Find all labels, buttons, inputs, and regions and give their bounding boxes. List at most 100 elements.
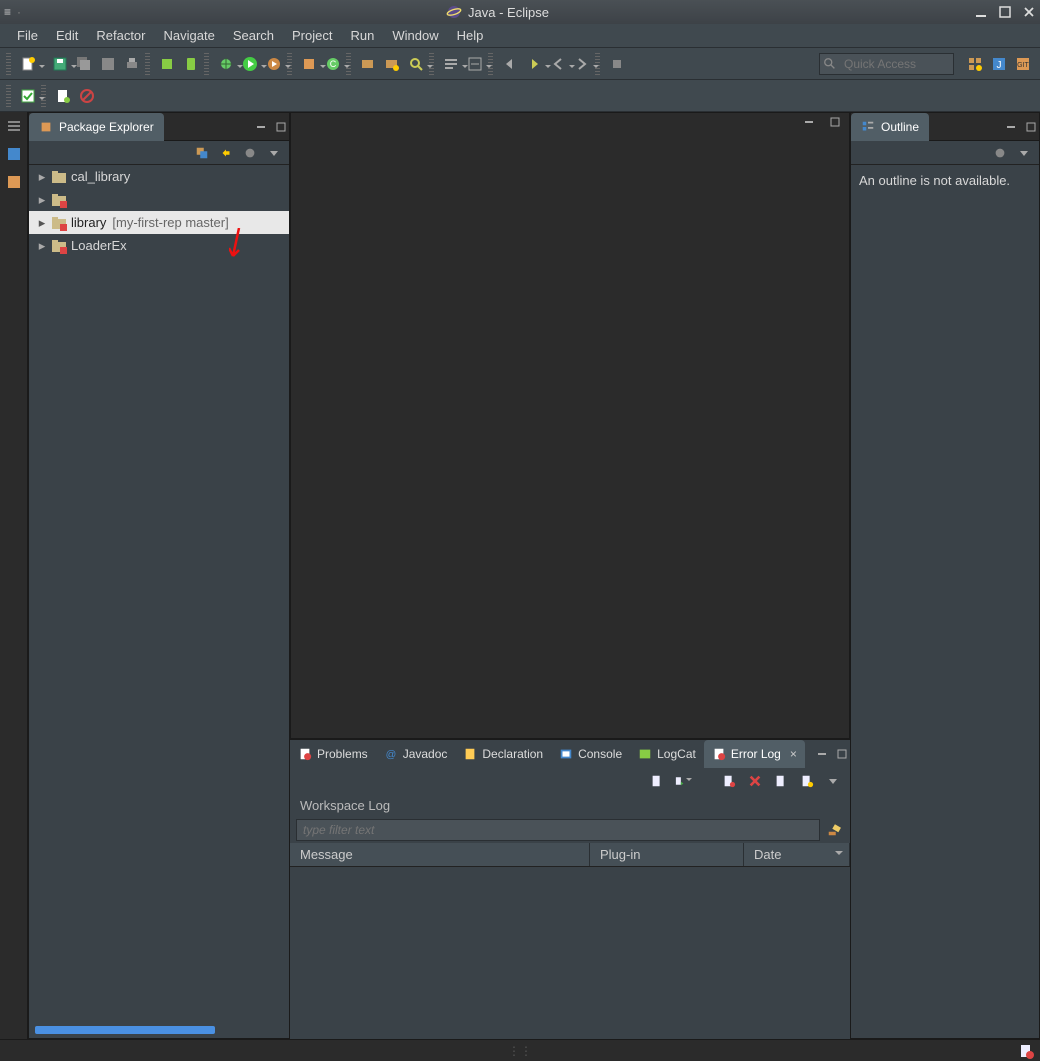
maximize-view-icon[interactable] — [273, 119, 289, 135]
back-icon[interactable] — [499, 53, 521, 75]
delete-log-icon[interactable] — [746, 772, 764, 790]
editor-body[interactable] — [291, 131, 849, 738]
forward-icon[interactable] — [523, 53, 545, 75]
focus-task-icon[interactable] — [241, 144, 259, 162]
package-explorer-tab[interactable]: Package Explorer — [29, 113, 164, 141]
open-perspective-icon[interactable] — [964, 53, 986, 75]
expand-icon[interactable]: ▸ — [37, 215, 47, 231]
android-sdk-icon[interactable] — [156, 53, 178, 75]
tab-logcat[interactable]: LogCat — [630, 740, 704, 768]
menu-help[interactable]: Help — [448, 25, 493, 46]
menu-run[interactable]: Run — [341, 25, 383, 46]
open-log-icon[interactable] — [772, 772, 790, 790]
toggle-mark-icon[interactable] — [464, 53, 486, 75]
clear-log-icon[interactable] — [720, 772, 738, 790]
expand-icon[interactable]: ▸ — [37, 192, 47, 208]
maximize-view-icon[interactable] — [1023, 119, 1039, 135]
open-type-icon[interactable] — [357, 53, 379, 75]
horizontal-scrollbar[interactable] — [35, 1026, 215, 1034]
lint-icon[interactable] — [76, 85, 98, 107]
filter-input[interactable] — [296, 819, 820, 841]
outline-tab[interactable]: Outline — [851, 113, 929, 141]
minimize-view-icon[interactable] — [814, 746, 830, 762]
open-task-icon[interactable] — [381, 53, 403, 75]
new-icon[interactable] — [17, 53, 39, 75]
git-perspective-icon[interactable]: GIT — [1012, 53, 1034, 75]
toolbar-handle[interactable] — [6, 53, 11, 75]
tree-row[interactable]: ▸ library [my-first-rep master] — [29, 211, 289, 234]
collapse-all-icon[interactable] — [193, 144, 211, 162]
new-package-icon[interactable] — [298, 53, 320, 75]
tab-declaration[interactable]: Declaration — [455, 740, 551, 768]
clear-filter-icon[interactable] — [824, 820, 844, 840]
project-tree[interactable]: ▸ cal_library ▸ ▸ library [my-first-rep … — [29, 165, 289, 1038]
col-plugin[interactable]: Plug-in — [590, 843, 744, 866]
avd-manager-icon[interactable] — [180, 53, 202, 75]
maximize-view-icon[interactable] — [827, 114, 843, 130]
expand-icon[interactable]: ▸ — [37, 238, 47, 254]
minimize-view-icon[interactable] — [1003, 119, 1019, 135]
tree-row[interactable]: ▸ LoaderEx — [29, 234, 289, 257]
tab-errorlog[interactable]: Error Log × — [704, 740, 805, 768]
menu-refactor[interactable]: Refactor — [87, 25, 154, 46]
expand-icon[interactable]: ▸ — [37, 169, 47, 185]
quick-access-input[interactable] — [819, 53, 954, 75]
close-tab-icon[interactable]: × — [790, 747, 797, 761]
new-android-icon[interactable] — [52, 85, 74, 107]
pin-editor-icon[interactable] — [606, 53, 628, 75]
saveas-icon[interactable] — [97, 53, 119, 75]
maximize-view-icon[interactable] — [834, 746, 850, 762]
run-last-icon[interactable] — [263, 53, 285, 75]
system-menu-icon[interactable]: ≡ — [4, 5, 11, 19]
menu-search[interactable]: Search — [224, 25, 283, 46]
toolbar-handle[interactable] — [6, 85, 11, 107]
search-icon[interactable] — [405, 53, 427, 75]
toggle-breadcrumb-icon[interactable] — [440, 53, 462, 75]
menu-navigate[interactable]: Navigate — [155, 25, 224, 46]
git-trim-icon[interactable] — [4, 172, 24, 192]
toolbar-handle[interactable] — [429, 53, 434, 75]
back-history-icon[interactable] — [547, 53, 569, 75]
view-menu-icon[interactable] — [824, 772, 842, 790]
col-message[interactable]: Message — [290, 843, 590, 866]
minimize-view-icon[interactable] — [801, 114, 817, 130]
toolbar-handle[interactable] — [287, 53, 292, 75]
link-editor-icon[interactable] — [217, 144, 235, 162]
menu-project[interactable]: Project — [283, 25, 341, 46]
toolbar-handle[interactable] — [595, 53, 600, 75]
sash-grip-icon[interactable]: ⋮⋮ — [508, 1044, 532, 1058]
menu-edit[interactable]: Edit — [47, 25, 87, 46]
view-menu-icon[interactable] — [1015, 144, 1033, 162]
save-all-icon[interactable] — [73, 53, 95, 75]
debug-icon[interactable] — [215, 53, 237, 75]
menu-file[interactable]: File — [8, 25, 47, 46]
tree-row[interactable]: ▸ — [29, 188, 289, 211]
tab-console[interactable]: Console — [551, 740, 630, 768]
maximize-button[interactable] — [998, 5, 1012, 19]
tab-javadoc[interactable]: @ Javadoc — [376, 740, 456, 768]
toolbar-handle[interactable] — [488, 53, 493, 75]
close-button[interactable] — [1022, 5, 1036, 19]
col-date[interactable]: Date — [744, 843, 850, 866]
focus-task-icon[interactable] — [991, 144, 1009, 162]
restore-log-icon[interactable] — [798, 772, 816, 790]
junit-icon[interactable] — [17, 85, 39, 107]
print-icon[interactable] — [121, 53, 143, 75]
java-perspective-icon[interactable]: J — [988, 53, 1010, 75]
import-log-icon[interactable] — [674, 772, 692, 790]
tab-problems[interactable]: Problems — [290, 740, 376, 768]
error-table-body[interactable] — [290, 867, 850, 1039]
toolbar-handle[interactable] — [204, 53, 209, 75]
menu-window[interactable]: Window — [383, 25, 447, 46]
run-icon[interactable] — [239, 53, 261, 75]
export-log-icon[interactable] — [648, 772, 666, 790]
toolbar-handle[interactable] — [145, 53, 150, 75]
forward-history-icon[interactable] — [571, 53, 593, 75]
new-class-icon[interactable]: C — [322, 53, 344, 75]
minimize-view-icon[interactable] — [253, 119, 269, 135]
tree-row[interactable]: ▸ cal_library — [29, 165, 289, 188]
view-menu-icon[interactable] — [265, 144, 283, 162]
java-trim-icon[interactable] — [4, 144, 24, 164]
save-icon[interactable] — [49, 53, 71, 75]
minimized-view-icon[interactable] — [4, 116, 24, 136]
